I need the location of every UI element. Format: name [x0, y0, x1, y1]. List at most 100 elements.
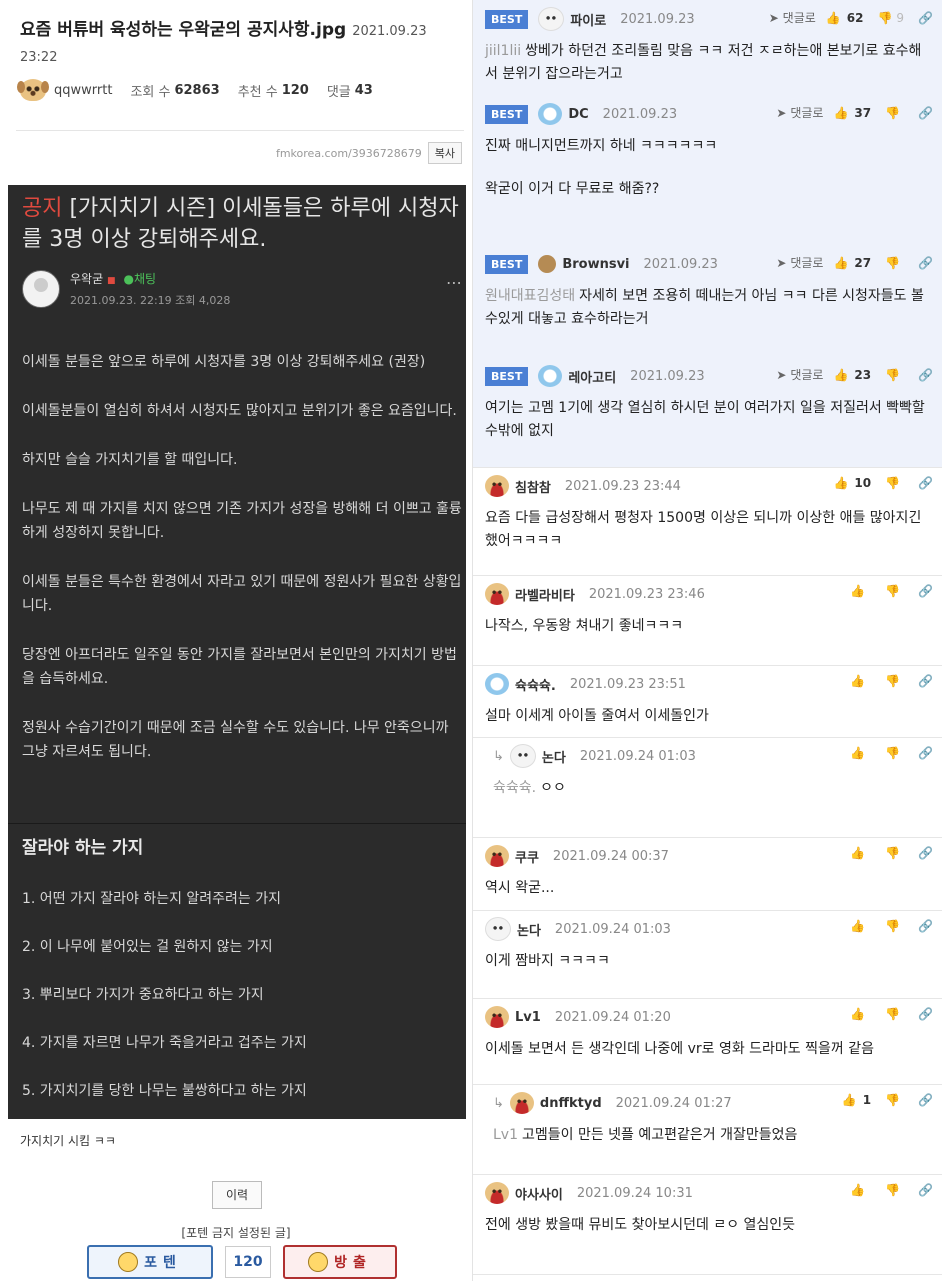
ban-button[interactable]: 방출: [283, 1245, 397, 1279]
comment-body: 이세돌 보면서 든 생각인데 나중에 vr로 영화 드라마도 찍을꺼 같음: [485, 1041, 874, 1057]
thumbs-down-icon[interactable]: 👎: [885, 584, 900, 598]
history-button[interactable]: 이력: [212, 1181, 262, 1209]
thumbs-up-icon[interactable]: 👍: [833, 106, 848, 120]
thumbs-up-icon[interactable]: 👍: [842, 1093, 857, 1107]
thumbs-down-icon[interactable]: 👎: [885, 368, 900, 382]
thumbs-down-icon[interactable]: 👎: [885, 1183, 900, 1197]
comment-author[interactable]: Lv1: [515, 1010, 541, 1025]
reply-button[interactable]: ➤ 댓글로: [776, 104, 823, 121]
link-icon[interactable]: 🔗: [918, 674, 933, 688]
user-avatar-icon: [509, 1092, 534, 1114]
link-icon[interactable]: 🔗: [918, 584, 933, 598]
more-icon: ⋯: [446, 273, 462, 292]
url-row: fmkorea.com/3936728679 복사: [276, 142, 462, 164]
notice-image: 공지 [가지치기 시즌] 이세돌들은 하루에 시청자를 3명 이상 강퇴해주세요…: [8, 185, 466, 1119]
comment-author[interactable]: 야사사이: [515, 1184, 563, 1203]
thumbs-down-icon[interactable]: 👎: [877, 11, 892, 25]
comment-header: ↳ 논다 2021.09.24 01:03: [493, 744, 696, 768]
mention-tag[interactable]: Lv1: [493, 1127, 518, 1143]
comment-author[interactable]: 논다: [517, 920, 541, 939]
comment-author[interactable]: 슉슉슉.: [515, 675, 556, 694]
comment-text: 설마 이세계 아이돌 줄여서 이세돌인가: [485, 705, 933, 728]
comment-header: BEST 레아고티 2021.09.23: [485, 365, 705, 387]
link-icon[interactable]: 🔗: [918, 368, 933, 382]
comment-body: 전에 생방 봤을때 뮤비도 찾아보시던데 ㄹㅇ 열심인듯: [485, 1217, 796, 1233]
link-icon[interactable]: 🔗: [918, 919, 933, 933]
notice-body: 이세돌 분들은 앞으로 하루에 시청자를 3명 이상 강퇴해주세요 (권장) 이…: [22, 350, 464, 789]
link-icon[interactable]: 🔗: [918, 1093, 933, 1107]
thumbs-up-icon[interactable]: 👍: [850, 746, 865, 760]
comment-author[interactable]: 쿠쿠: [515, 847, 539, 866]
mention-tag[interactable]: 슉슉슉.: [493, 780, 536, 796]
thumbs-up-icon[interactable]: 👍: [850, 919, 865, 933]
author-avatar-icon: [17, 79, 49, 101]
link-icon[interactable]: 🔗: [918, 106, 933, 120]
reply-arrow-icon: ↳: [493, 748, 504, 764]
author-row: qqwwrrtt 조회 수 62863 추천 수 120 댓글 43: [17, 78, 373, 102]
link-icon[interactable]: 🔗: [918, 11, 933, 25]
link-icon[interactable]: 🔗: [918, 476, 933, 490]
notice-avatar-icon: [22, 270, 60, 308]
reply-button[interactable]: ➤ 댓글로: [776, 366, 823, 383]
user-avatar-icon: [538, 103, 563, 125]
reply-icon: ➤: [768, 11, 779, 25]
comment-author[interactable]: 침참참: [515, 477, 551, 496]
thumbs-down-icon[interactable]: 👎: [885, 746, 900, 760]
comment-author[interactable]: 레아고티: [568, 367, 616, 386]
comment-text: 원내대표김성태 자세히 보면 조용히 떼내는거 아님 ㅋㅋ 다른 시청자들도 볼수…: [485, 285, 933, 331]
comment-author[interactable]: Brownsvi: [562, 257, 629, 272]
thumbs-down-icon[interactable]: 👎: [885, 256, 900, 270]
comment-author[interactable]: 라벨라비타: [515, 585, 575, 604]
reply-button[interactable]: ➤ 댓글로: [769, 9, 816, 26]
comment-header: 논다 2021.09.24 01:03: [485, 917, 671, 941]
link-icon[interactable]: 🔗: [918, 846, 933, 860]
post-url[interactable]: fmkorea.com/3936728679: [276, 147, 422, 160]
notice-separator: [8, 823, 466, 824]
comment-author[interactable]: DC: [568, 107, 588, 122]
comment-actions: 👍 👎 🔗: [850, 674, 933, 688]
upvote-count: 37: [854, 105, 872, 120]
thumbs-up-icon[interactable]: 👍: [833, 368, 848, 382]
thumbs-down-icon[interactable]: 👎: [885, 919, 900, 933]
copy-button[interactable]: 복사: [427, 142, 462, 164]
comment-text: 이세돌 보면서 든 생각인데 나중에 vr로 영화 드라마도 찍을꺼 같음: [485, 1038, 933, 1061]
link-icon[interactable]: 🔗: [918, 1183, 933, 1197]
comment-author[interactable]: 파이로: [570, 10, 606, 29]
thumbs-up-icon[interactable]: 👍: [833, 256, 848, 270]
reply-button[interactable]: ➤ 댓글로: [776, 254, 823, 271]
comment-author[interactable]: dnffktyd: [540, 1096, 602, 1111]
thumbs-down-icon[interactable]: 👎: [885, 106, 900, 120]
thumbs-up-icon[interactable]: 👍: [833, 476, 848, 490]
thumbs-down-icon[interactable]: 👎: [885, 476, 900, 490]
thumbs-down-icon[interactable]: 👎: [885, 674, 900, 688]
best-badge: BEST: [485, 254, 529, 274]
comment-text: 역시 왁굳...: [485, 877, 933, 900]
thumbs-up-icon[interactable]: 👍: [850, 1007, 865, 1021]
thumbs-down-icon[interactable]: 👎: [885, 846, 900, 860]
comment-date: 2021.09.23 23:44: [564, 478, 681, 494]
thumbs-up-icon[interactable]: 👍: [850, 674, 865, 688]
comment-date: 2021.09.24 01:03: [554, 921, 671, 937]
comment-text: 진짜 매니지먼트까지 하네 ㅋㅋㅋㅋㅋㅋ 왁굳이 이거 다 무료로 해줌??: [485, 135, 933, 221]
ban-label: 방출: [334, 1255, 372, 1271]
mention-tag[interactable]: jiil1lii: [485, 43, 521, 59]
thumbs-up-icon[interactable]: 👍: [850, 584, 865, 598]
comment-actions: 👍 👎 🔗: [850, 846, 933, 860]
mention-tag[interactable]: 원내대표김성태: [485, 288, 575, 304]
thumbs-up-icon[interactable]: 👍: [850, 846, 865, 860]
link-icon[interactable]: 🔗: [918, 746, 933, 760]
downvote-count: 9: [896, 10, 905, 25]
thumbs-up-icon[interactable]: 👍: [826, 11, 841, 25]
poten-button[interactable]: 포텐: [87, 1245, 213, 1279]
comment-body: 나작스, 우동왕 쳐내기 좋네ㅋㅋㅋ: [485, 618, 684, 634]
thumbs-up-icon[interactable]: 👍: [850, 1183, 865, 1197]
comment-actions: 👍 1 👎 🔗: [842, 1093, 933, 1107]
thumbs-down-icon[interactable]: 👎: [885, 1007, 900, 1021]
link-icon[interactable]: 🔗: [918, 256, 933, 270]
comment-item: 논다 2021.09.24 01:03 👍 👎 🔗 이게 짬바지 ㅋㅋㅋㅋ: [473, 910, 942, 999]
comment-author[interactable]: 논다: [542, 747, 566, 766]
comment-header: 야사사이 2021.09.24 10:31: [485, 1182, 693, 1204]
thumbs-down-icon[interactable]: 👎: [885, 1093, 900, 1107]
author-name[interactable]: qqwwrrtt: [54, 83, 112, 98]
link-icon[interactable]: 🔗: [918, 1007, 933, 1021]
